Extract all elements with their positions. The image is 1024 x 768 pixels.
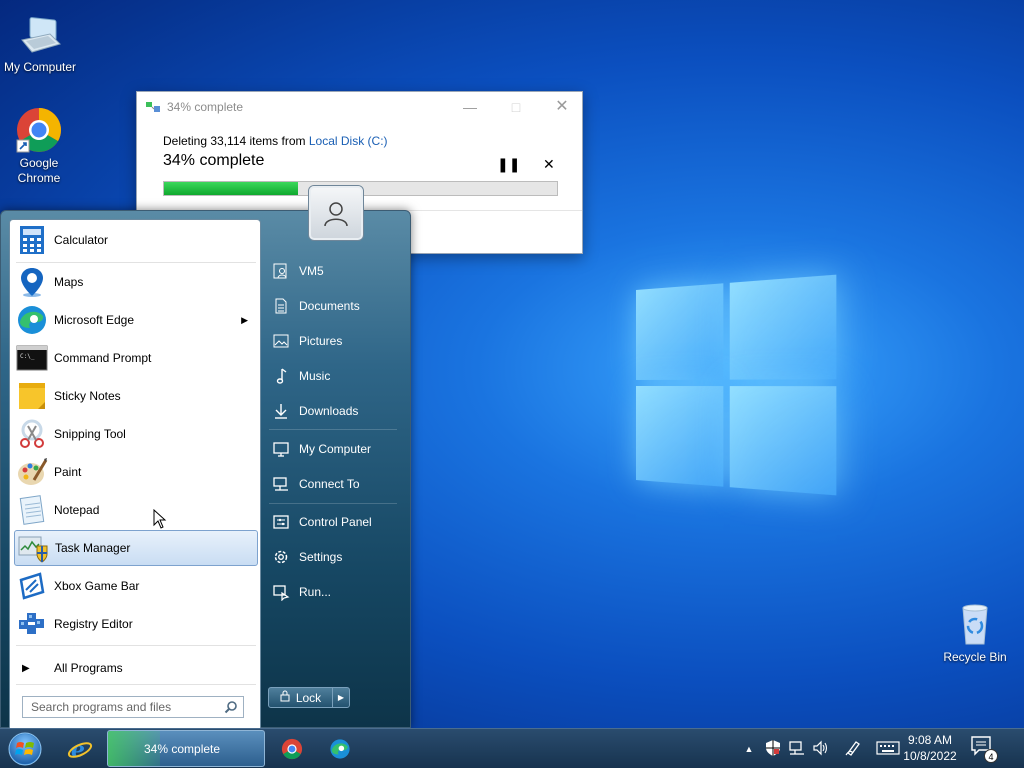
place-pictures[interactable]: Pictures: [265, 327, 401, 355]
pen-workspace-icon[interactable]: [844, 739, 862, 760]
xbox-game-bar-icon: [16, 570, 48, 602]
shield-flag-icon[interactable]: [764, 739, 782, 760]
download-icon: [271, 401, 291, 421]
program-notepad[interactable]: Notepad: [14, 492, 258, 528]
user-avatar[interactable]: [309, 186, 363, 240]
all-programs-button[interactable]: ▶ All Programs: [14, 650, 258, 686]
location-link[interactable]: Local Disk (C:): [309, 134, 388, 148]
system-tray: ▲: [742, 729, 900, 768]
taskbar-internet-explorer[interactable]: e: [62, 731, 98, 767]
volume-icon[interactable]: [812, 740, 830, 759]
place-control-panel[interactable]: Control Panel: [265, 508, 401, 536]
place-run[interactable]: Run...: [265, 578, 401, 606]
windows-logo-wallpaper: [636, 274, 837, 496]
program-calculator[interactable]: Calculator: [14, 222, 258, 258]
notification-count-badge: 4: [984, 749, 998, 763]
music-note-icon: [271, 366, 291, 386]
calculator-icon: [16, 224, 48, 256]
paint-icon: [16, 456, 48, 488]
desktop-icon-recycle-bin[interactable]: Recycle Bin: [935, 600, 1015, 665]
start-orb-button[interactable]: [6, 731, 44, 767]
search-icon[interactable]: [224, 700, 238, 714]
program-command-prompt[interactable]: C:\_ Command Prompt: [14, 340, 258, 376]
file-operation-icon: [145, 101, 161, 113]
touch-keyboard-icon[interactable]: [876, 740, 900, 758]
lock-button-group: Lock ▶: [268, 687, 350, 708]
edge-icon: [330, 739, 350, 759]
program-sticky-notes[interactable]: Sticky Notes: [14, 378, 258, 414]
maps-icon: [16, 266, 48, 298]
place-music[interactable]: Music: [265, 362, 401, 390]
internet-explorer-icon: e: [67, 737, 93, 762]
dialog-titlebar[interactable]: 34% complete — □ ✕: [137, 92, 582, 122]
place-documents[interactable]: Documents: [265, 292, 401, 320]
deleting-info: Deleting 33,114 items from Local Disk (C…: [163, 134, 388, 148]
program-microsoft-edge[interactable]: Microsoft Edge ▶: [14, 302, 258, 338]
svg-text:C:\_: C:\_: [20, 353, 35, 360]
lock-button[interactable]: Lock: [269, 688, 333, 707]
place-my-computer[interactable]: My Computer: [265, 435, 401, 463]
cancel-button[interactable]: ✕: [543, 156, 555, 173]
taskbar-delete-progress-task[interactable]: 34% complete: [107, 730, 265, 767]
program-snipping-tool[interactable]: Snipping Tool: [14, 416, 258, 452]
run-icon: [271, 582, 291, 602]
desktop-icon-my-computer[interactable]: My Computer: [0, 10, 80, 75]
snipping-tool-icon: [16, 418, 48, 450]
submenu-arrow-icon: ▶: [241, 314, 248, 325]
progress-bar-fill: [164, 182, 298, 195]
place-downloads[interactable]: Downloads: [265, 397, 401, 425]
dialog-title: 34% complete: [167, 100, 244, 114]
program-paint[interactable]: Paint: [14, 454, 258, 490]
pause-button[interactable]: ❚❚: [497, 156, 520, 173]
maximize-button[interactable]: □: [501, 96, 531, 118]
user-folder-icon: [271, 261, 291, 281]
taskbar-clock[interactable]: 9:08 AM 10/8/2022: [900, 732, 960, 764]
command-prompt-icon: C:\_: [16, 342, 48, 374]
notification-center-button[interactable]: 4: [970, 735, 998, 763]
edge-icon: [16, 304, 48, 336]
taskbar: e 34% complete ▲ 9:08 AM 10/8/2022 4: [0, 728, 1024, 768]
notepad-icon: [16, 494, 48, 526]
lock-icon: [280, 690, 290, 705]
search-input[interactable]: Search programs and files: [22, 696, 244, 718]
user-icon: [324, 202, 348, 227]
document-icon: [271, 296, 291, 316]
programs-pane: Calculator Maps Microsoft Edge ▶ C:\_ Co…: [9, 219, 261, 729]
clock-time: 9:08 AM: [907, 733, 953, 747]
clock-date: 10/8/2022: [903, 749, 957, 763]
chrome-icon: [281, 738, 303, 760]
gear-icon: [271, 547, 291, 567]
expand-arrow-icon: ▶: [22, 662, 30, 674]
program-registry-editor[interactable]: Registry Editor: [14, 606, 258, 642]
place-vm5[interactable]: VM5: [265, 257, 401, 285]
place-connect-to[interactable]: Connect To: [265, 470, 401, 498]
computer-icon: [16, 10, 64, 58]
minimize-button[interactable]: —: [455, 96, 485, 118]
registry-editor-icon: [16, 608, 48, 640]
close-button[interactable]: ✕: [547, 96, 577, 118]
desktop-icon-google-chrome[interactable]: Google Chrome: [0, 106, 79, 186]
taskbar-chrome[interactable]: [274, 731, 310, 767]
place-settings[interactable]: Settings: [265, 543, 401, 571]
program-task-manager[interactable]: Task Manager: [14, 530, 258, 566]
taskbar-edge[interactable]: [322, 731, 358, 767]
monitor-icon: [271, 439, 291, 459]
sticky-notes-icon: [16, 380, 48, 412]
network-icon[interactable]: [788, 740, 806, 759]
program-maps[interactable]: Maps: [14, 264, 258, 300]
network-icon: [271, 474, 291, 494]
control-panel-icon: [271, 512, 291, 532]
program-xbox-game-bar[interactable]: Xbox Game Bar: [14, 568, 258, 604]
mouse-cursor: [153, 508, 167, 529]
recycle-bin-icon: [951, 600, 999, 648]
task-manager-icon: [17, 532, 49, 564]
lock-options-arrow[interactable]: ▶: [333, 688, 349, 707]
chrome-icon: [15, 106, 63, 154]
picture-icon: [271, 331, 291, 351]
show-hidden-icons-chevron-up-icon[interactable]: ▲: [742, 744, 756, 754]
start-menu: Calculator Maps Microsoft Edge ▶ C:\_ Co…: [0, 210, 411, 729]
